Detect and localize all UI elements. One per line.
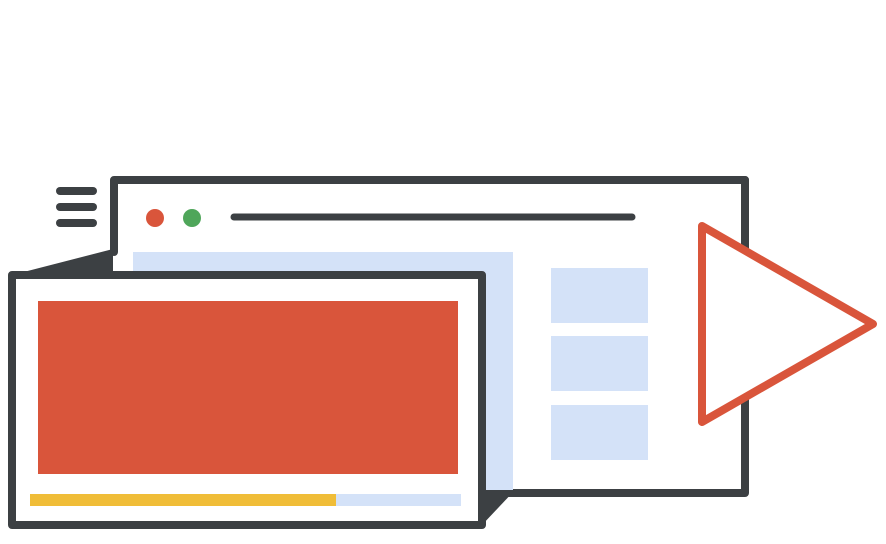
sidebar-card[interactable] bbox=[551, 405, 648, 460]
sidebar-card[interactable] bbox=[551, 268, 648, 323]
progress-fill bbox=[30, 494, 336, 506]
hamburger-menu-icon[interactable] bbox=[56, 187, 97, 227]
play-icon[interactable] bbox=[698, 222, 877, 426]
video-thumbnail[interactable] bbox=[38, 301, 458, 474]
window-depth-shadow bbox=[482, 490, 515, 525]
video-player-window bbox=[8, 249, 515, 529]
sidebar-card[interactable] bbox=[551, 336, 648, 391]
window-close-dot bbox=[146, 209, 164, 227]
illustration bbox=[8, 176, 877, 529]
window-maximize-dot bbox=[183, 209, 201, 227]
